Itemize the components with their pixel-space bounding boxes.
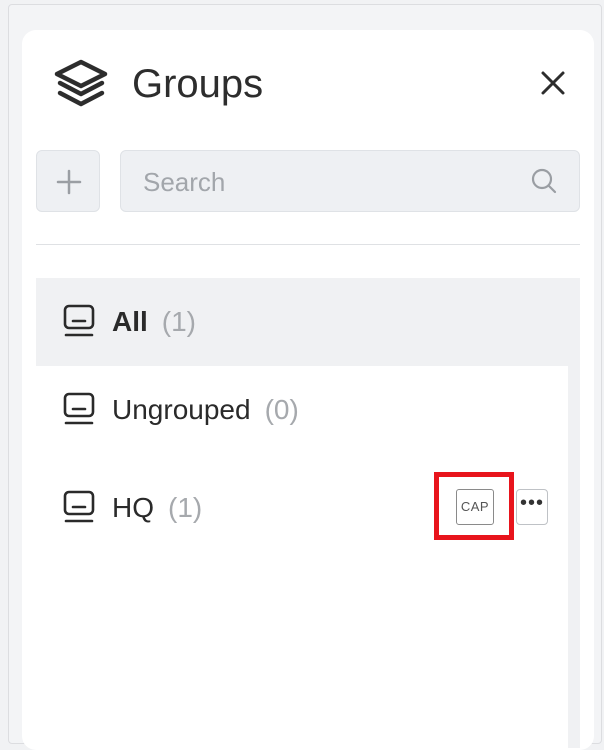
highlight-box [434, 472, 514, 540]
group-name: HQ [112, 492, 154, 523]
device-icon [63, 392, 95, 425]
device-icon [63, 490, 95, 523]
plus-icon [56, 169, 82, 195]
search-icon[interactable] [530, 167, 558, 195]
group-item-all[interactable]: All (1) [36, 278, 568, 366]
more-options-button[interactable]: ••• [516, 489, 548, 525]
group-item-label: Ungrouped (0) [112, 366, 299, 454]
group-name: Ungrouped [112, 394, 251, 425]
group-item-label: HQ (1) [112, 464, 202, 552]
search-input[interactable] [141, 151, 525, 213]
group-count: (1) [168, 492, 203, 523]
add-group-button[interactable] [36, 150, 100, 212]
page-title: Groups [132, 62, 264, 106]
device-icon [63, 304, 95, 337]
group-item-ungrouped[interactable]: Ungrouped (0) [36, 366, 568, 454]
group-item-label: All (1) [112, 278, 196, 366]
close-icon[interactable] [536, 66, 570, 100]
group-count: (0) [264, 394, 299, 425]
group-count: (1) [161, 306, 197, 337]
layers-icon [54, 59, 108, 107]
group-name: All [112, 306, 148, 337]
search-field[interactable] [120, 150, 580, 213]
divider [36, 244, 580, 245]
